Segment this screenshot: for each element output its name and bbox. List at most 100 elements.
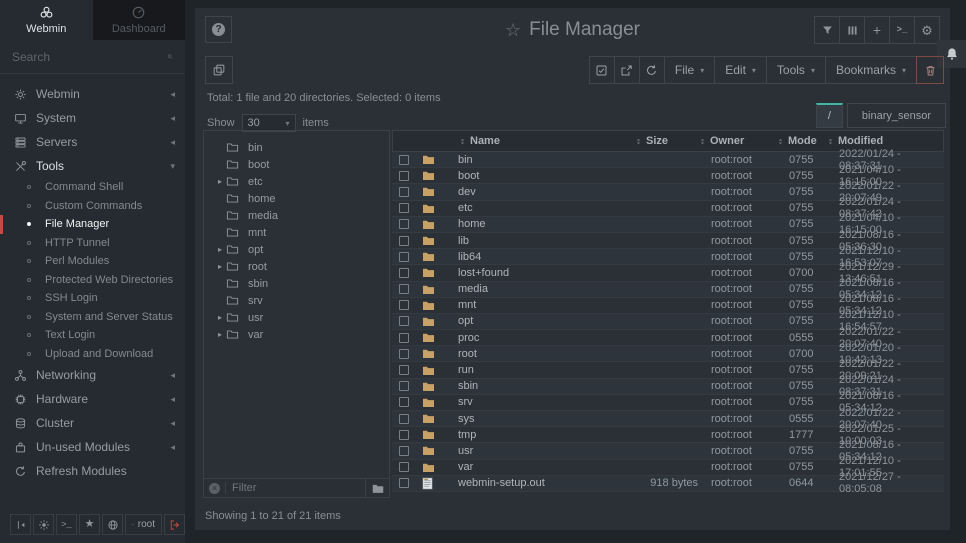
menu-file[interactable]: File▾: [664, 56, 715, 84]
sidebar-item-http-tunnel[interactable]: HTTP Tunnel: [0, 234, 185, 253]
sidebar-item-ssh-login[interactable]: SSH Login: [0, 289, 185, 308]
menu-edit[interactable]: Edit▾: [714, 56, 767, 84]
filter-button[interactable]: [814, 16, 840, 44]
sort-icon[interactable]: [827, 136, 834, 147]
row-checkbox[interactable]: [399, 446, 409, 456]
file-name[interactable]: dev: [448, 186, 636, 198]
row-checkbox[interactable]: [399, 365, 409, 375]
tree-item-sbin[interactable]: sbin: [204, 275, 389, 292]
file-name[interactable]: lib64: [448, 251, 636, 263]
tree-item-srv[interactable]: srv: [204, 292, 389, 309]
row-checkbox[interactable]: [399, 462, 409, 472]
file-name[interactable]: var: [448, 461, 636, 473]
sidebar-item-command-shell[interactable]: Command Shell: [0, 178, 185, 197]
sidebar-item-hardware[interactable]: Hardware ◂: [0, 387, 185, 411]
search-input[interactable]: [12, 50, 167, 64]
sidebar-item-webmin[interactable]: Webmin ◂: [0, 82, 185, 106]
file-name[interactable]: home: [448, 218, 636, 230]
sidebar-item-custom-commands[interactable]: Custom Commands: [0, 197, 185, 216]
tree-folder-button[interactable]: [365, 479, 389, 497]
search-icon[interactable]: [167, 50, 173, 63]
logout-button[interactable]: [164, 514, 185, 535]
select-all-button[interactable]: [589, 56, 615, 84]
tree-filter-input[interactable]: [226, 482, 365, 494]
row-checkbox[interactable]: [399, 284, 409, 294]
expander-icon[interactable]: ▸: [214, 313, 226, 322]
expander-icon[interactable]: ▸: [214, 245, 226, 254]
column-header-name[interactable]: Name: [449, 135, 635, 147]
tree-item-root[interactable]: ▸ root: [204, 258, 389, 275]
sidebar-item-file-manager[interactable]: File Manager: [0, 215, 185, 234]
file-name[interactable]: run: [448, 364, 636, 376]
column-header-owner[interactable]: Owner: [697, 135, 775, 147]
table-row-webmin-setup-out[interactable]: webmin-setup.out 918 bytes root:root 064…: [392, 476, 944, 492]
tab-dashboard[interactable]: Dashboard: [93, 0, 186, 40]
row-checkbox[interactable]: [399, 219, 409, 229]
language-button[interactable]: [102, 514, 123, 535]
tree-item-mnt[interactable]: mnt: [204, 224, 389, 241]
expander-icon[interactable]: ▸: [214, 262, 226, 271]
sort-icon[interactable]: [699, 136, 706, 147]
tree-item-opt[interactable]: ▸ opt: [204, 241, 389, 258]
tab-webmin[interactable]: Webmin: [0, 0, 93, 40]
file-name[interactable]: proc: [448, 332, 636, 344]
row-checkbox[interactable]: [399, 252, 409, 262]
paste-buffer-button[interactable]: [205, 56, 233, 84]
file-name[interactable]: srv: [448, 396, 636, 408]
sidebar-item-tools[interactable]: Tools ▾: [0, 154, 185, 178]
file-name[interactable]: boot: [448, 170, 636, 182]
sidebar-item-protected-web-directories[interactable]: Protected Web Directories: [0, 271, 185, 290]
tree-item-var[interactable]: ▸ var: [204, 326, 389, 343]
row-checkbox[interactable]: [399, 381, 409, 391]
row-checkbox[interactable]: [399, 187, 409, 197]
file-name[interactable]: tmp: [448, 429, 636, 441]
file-name[interactable]: usr: [448, 445, 636, 457]
tree-item-home[interactable]: home: [204, 190, 389, 207]
row-checkbox[interactable]: [399, 155, 409, 165]
row-checkbox[interactable]: [399, 333, 409, 343]
row-checkbox[interactable]: [399, 236, 409, 246]
sidebar-item-cluster[interactable]: Cluster ◂: [0, 411, 185, 435]
column-header-mode[interactable]: Mode: [775, 135, 825, 147]
row-checkbox[interactable]: [399, 478, 409, 488]
sidebar-item-servers[interactable]: Servers ◂: [0, 130, 185, 154]
file-name[interactable]: webmin-setup.out: [448, 477, 636, 489]
file-name[interactable]: sys: [448, 413, 636, 425]
column-header-modified[interactable]: Modified: [825, 135, 943, 147]
theme-toggle-button[interactable]: [33, 514, 54, 535]
export-button[interactable]: [614, 56, 640, 84]
row-checkbox[interactable]: [399, 430, 409, 440]
tree-item-boot[interactable]: boot: [204, 156, 389, 173]
sort-icon[interactable]: [635, 136, 642, 147]
favorites-button[interactable]: ★: [79, 514, 100, 535]
file-name[interactable]: lib: [448, 235, 636, 247]
file-name[interactable]: mnt: [448, 299, 636, 311]
row-checkbox[interactable]: [399, 203, 409, 213]
file-name[interactable]: lost+found: [448, 267, 636, 279]
row-checkbox[interactable]: [399, 349, 409, 359]
breadcrumb-root[interactable]: /: [816, 103, 843, 128]
breadcrumb-current[interactable]: binary_sensor: [847, 103, 946, 128]
expander-icon[interactable]: ▸: [214, 330, 226, 339]
collapse-sidebar-button[interactable]: [10, 514, 31, 535]
row-checkbox[interactable]: [399, 397, 409, 407]
file-name[interactable]: bin: [448, 154, 636, 166]
expander-icon[interactable]: ▸: [214, 177, 226, 186]
tree-item-etc[interactable]: ▸ etc: [204, 173, 389, 190]
refresh-button[interactable]: [639, 56, 665, 84]
shell-button[interactable]: >_: [889, 16, 915, 44]
sidebar-item-networking[interactable]: Networking ◂: [0, 363, 185, 387]
tree-item-bin[interactable]: bin: [204, 139, 389, 156]
tree-item-media[interactable]: media: [204, 207, 389, 224]
column-header-size[interactable]: Size: [635, 135, 697, 147]
file-name[interactable]: etc: [448, 202, 636, 214]
sidebar-item-text-login[interactable]: Text Login: [0, 326, 185, 345]
delete-button[interactable]: [916, 56, 944, 84]
sidebar-item-system-and-server-status[interactable]: System and Server Status: [0, 308, 185, 327]
row-checkbox[interactable]: [399, 300, 409, 310]
sidebar-item-perl-modules[interactable]: Perl Modules: [0, 252, 185, 271]
file-name[interactable]: media: [448, 283, 636, 295]
clear-filter-icon[interactable]: ×: [209, 483, 220, 494]
sidebar-item-upload-and-download[interactable]: Upload and Download: [0, 345, 185, 364]
file-name[interactable]: sbin: [448, 380, 636, 392]
